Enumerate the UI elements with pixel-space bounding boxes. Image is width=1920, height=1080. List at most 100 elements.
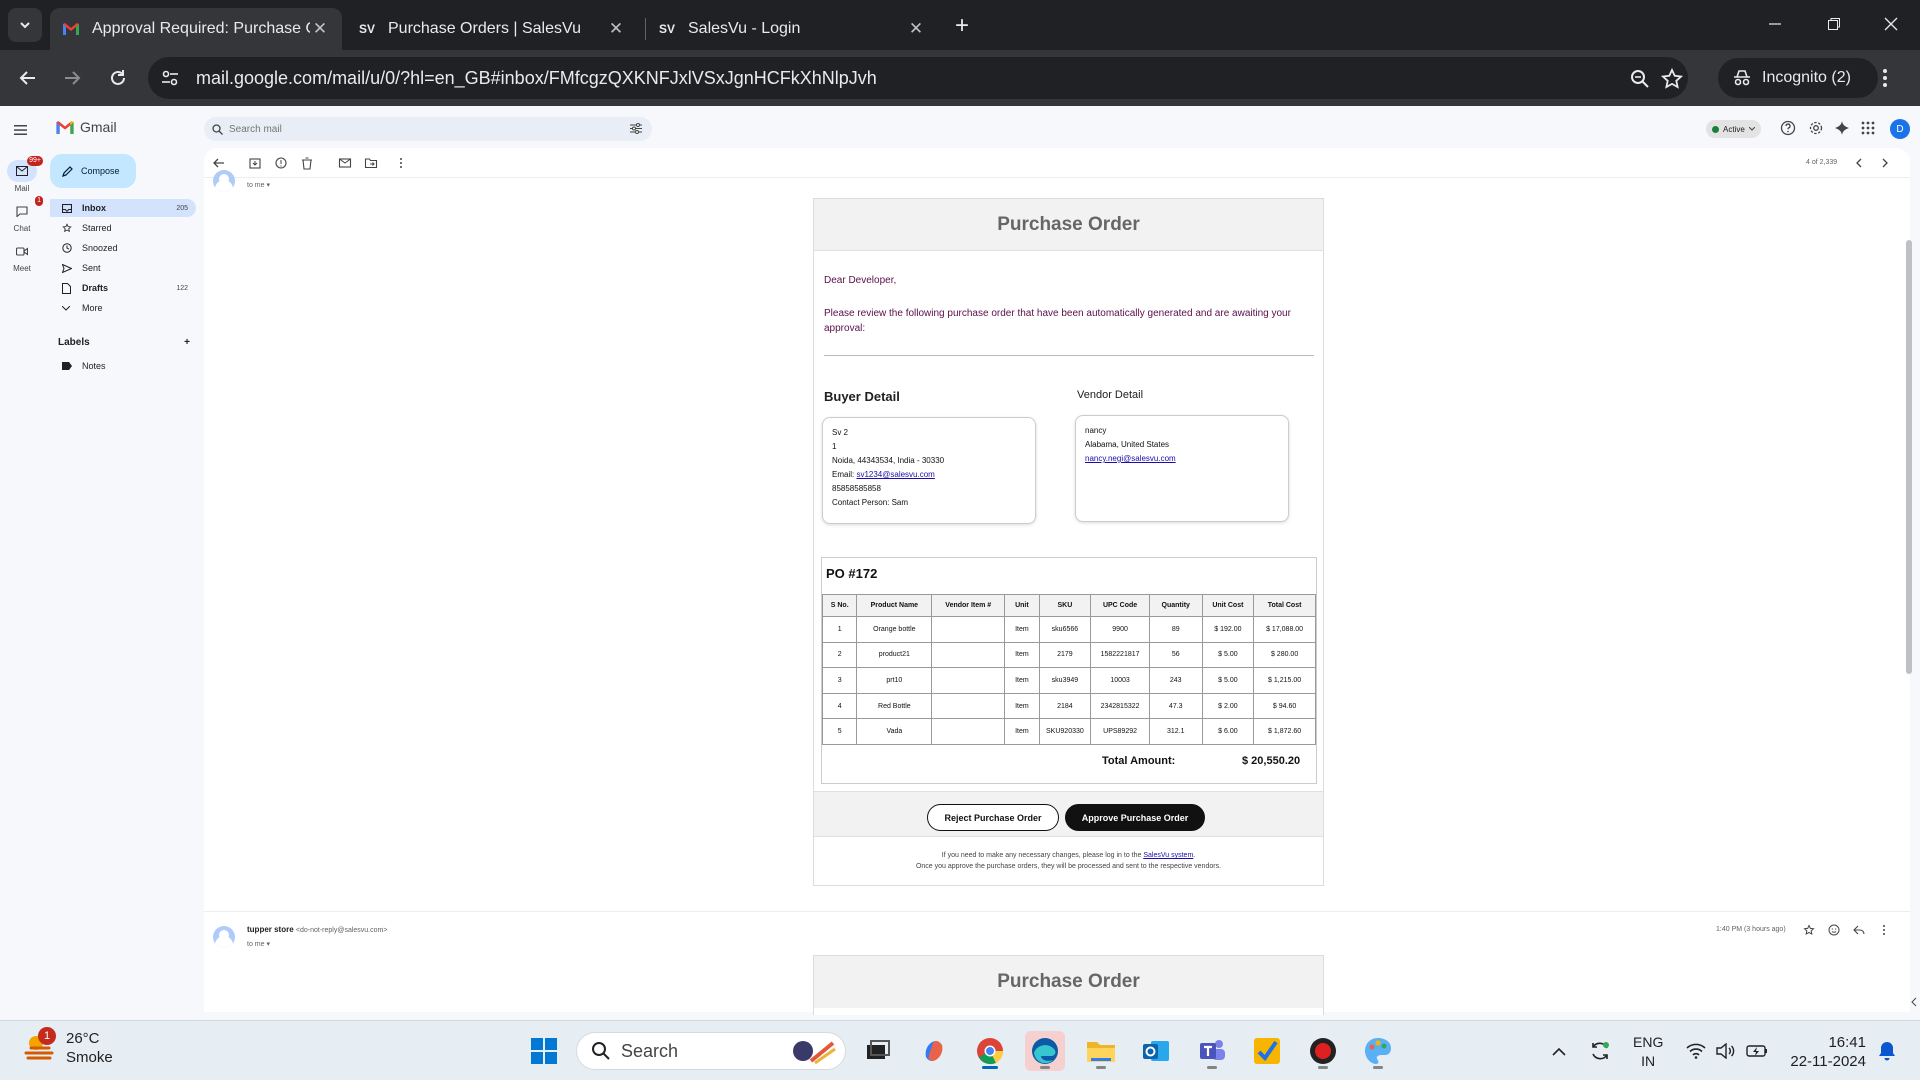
reply-icon[interactable] [1853, 924, 1865, 936]
status-dot [1712, 125, 1719, 133]
chrome-icon [977, 1038, 1004, 1065]
paint-app[interactable] [1358, 1031, 1398, 1071]
gmail-logo[interactable]: Gmail [55, 119, 117, 135]
sidebar-item-more[interactable]: More [50, 299, 196, 317]
start-button[interactable] [524, 1031, 564, 1071]
add-label-icon[interactable]: + [184, 337, 190, 348]
tab-salesvu-purchase-orders[interactable]: SV Purchase Orders | SalesVu ✕ [346, 8, 638, 50]
edge-app[interactable] [1025, 1031, 1065, 1071]
input-language[interactable]: ENG IN [1633, 1033, 1663, 1071]
sync-tray[interactable] [1589, 1021, 1611, 1080]
vendor-email-link[interactable]: nancy.negi@salesvu.com [1085, 454, 1176, 463]
sidebar-label-text: Notes [82, 361, 106, 371]
scrollbar-thumb[interactable] [1906, 240, 1912, 674]
salesvu-favicon: SV [358, 22, 375, 36]
sidebar-item-inbox[interactable]: Inbox 205 [50, 199, 196, 217]
new-tab-button[interactable]: + [948, 12, 976, 40]
gemini-sparkle-icon[interactable] [1834, 120, 1850, 136]
report-spam-icon[interactable] [274, 156, 288, 170]
help-icon[interactable] [1780, 120, 1796, 136]
close-tab-icon[interactable]: ✕ [310, 19, 330, 39]
status-selector[interactable]: Active [1706, 120, 1761, 138]
reload-button[interactable] [100, 60, 136, 96]
archive-icon[interactable] [248, 156, 262, 170]
task-view-button[interactable] [858, 1031, 898, 1071]
minimize-button[interactable] [1746, 0, 1804, 48]
tab-search-button[interactable] [8, 8, 42, 42]
recipient-toggle[interactable]: to me ▾ [247, 940, 270, 948]
network-tray[interactable] [1686, 1021, 1706, 1080]
bookmark-star-icon[interactable] [1660, 67, 1684, 91]
tab-gmail[interactable]: Approval Required: Purchase Or ✕ [50, 8, 342, 50]
sidebar-label-notes[interactable]: Notes [50, 357, 196, 375]
total-amount-label: Total Amount: [1102, 755, 1176, 767]
weather-widget[interactable]: 1 26°C Smoke [22, 1027, 113, 1067]
collapse-side-panel-icon[interactable] [1910, 997, 1918, 1007]
teams-app[interactable] [1192, 1031, 1232, 1071]
chrome-app[interactable] [970, 1031, 1010, 1071]
footer-text: . [1193, 852, 1196, 859]
reject-purchase-order-button[interactable]: Reject Purchase Order [927, 804, 1059, 831]
weather-condition: Smoke [66, 1049, 113, 1066]
account-avatar[interactable]: D [1890, 119, 1910, 139]
mark-unread-icon[interactable] [338, 156, 352, 170]
move-to-icon[interactable] [364, 156, 378, 170]
taskbar-search[interactable]: Search [576, 1032, 846, 1070]
show-hidden-icons[interactable] [1552, 1021, 1566, 1080]
close-window-button[interactable] [1862, 0, 1920, 48]
approve-purchase-order-button[interactable]: Approve Purchase Order [1065, 804, 1205, 831]
close-tab-icon[interactable]: ✕ [906, 19, 926, 39]
sidebar-item-sent[interactable]: Sent [50, 259, 196, 277]
search-options-icon[interactable] [630, 123, 642, 134]
apps-grid-icon[interactable] [1860, 120, 1876, 136]
rail-chat[interactable]: 1 Chat [0, 196, 44, 233]
restore-button[interactable] [1805, 0, 1863, 48]
table-cell: 312.1 [1148, 718, 1203, 745]
sender-name-row[interactable]: tupper store <do-not-reply@salesvu.com> [247, 925, 387, 934]
volume-tray[interactable] [1716, 1021, 1736, 1080]
rail-mail[interactable]: 99+ Mail [0, 156, 44, 193]
checkmark-note-icon [1254, 1038, 1280, 1064]
settings-gear-icon[interactable] [1808, 120, 1824, 136]
close-tab-icon[interactable]: ✕ [606, 19, 626, 39]
incognito-indicator[interactable]: Incognito (2) [1718, 58, 1878, 98]
buyer-email-link[interactable]: sv1234@salesvu.com [856, 470, 934, 479]
compose-button[interactable]: Compose [50, 154, 136, 188]
sidebar-item-starred[interactable]: Starred [50, 219, 196, 237]
table-cell: 9900 [1090, 616, 1150, 643]
main-menu-button[interactable] [14, 122, 27, 140]
site-settings-icon[interactable] [160, 68, 180, 88]
star-icon[interactable] [1803, 924, 1815, 936]
back-button[interactable] [10, 60, 46, 96]
sidebar-item-snoozed[interactable]: Snoozed [50, 239, 196, 257]
rail-meet[interactable]: Meet [0, 240, 44, 273]
more-vert-icon[interactable] [1878, 924, 1890, 936]
tab-salesvu-login[interactable]: SV SalesVu - Login ✕ [646, 8, 938, 50]
browser-menu-button[interactable] [1882, 68, 1888, 93]
screen-recorder-app[interactable] [1303, 1031, 1343, 1071]
search-input[interactable] [229, 123, 619, 135]
zoom-icon[interactable] [1628, 67, 1652, 91]
outlook-app[interactable] [1136, 1031, 1176, 1071]
notifications-button[interactable] [1878, 1021, 1896, 1080]
delete-icon[interactable] [300, 156, 314, 170]
salesvu-system-link[interactable]: SalesVu system [1143, 852, 1193, 859]
file-explorer-app[interactable] [1081, 1031, 1121, 1071]
table-cell: 1 [821, 616, 858, 643]
search-mail-bar[interactable] [204, 117, 652, 141]
recipient-toggle[interactable]: to me ▾ [247, 181, 270, 189]
older-chevron-icon[interactable] [1878, 156, 1892, 170]
emoji-reaction-icon[interactable] [1828, 924, 1840, 936]
notes-app[interactable] [1247, 1031, 1287, 1071]
sidebar-item-drafts[interactable]: Drafts 122 [50, 279, 196, 297]
address-bar[interactable]: mail.google.com/mail/u/0/?hl=en_GB#inbox… [148, 57, 1688, 99]
more-vert-icon[interactable] [394, 156, 408, 170]
newer-chevron-icon[interactable] [1852, 156, 1866, 170]
forward-button[interactable] [54, 60, 90, 96]
mail-badge: 99+ [27, 156, 43, 166]
system-clock[interactable]: 16:41 22-11-2024 [1786, 1033, 1866, 1071]
battery-tray[interactable] [1746, 1021, 1768, 1080]
copilot-app[interactable] [914, 1031, 954, 1071]
back-to-inbox-icon[interactable] [212, 156, 226, 170]
po-number: PO #172 [826, 566, 878, 581]
